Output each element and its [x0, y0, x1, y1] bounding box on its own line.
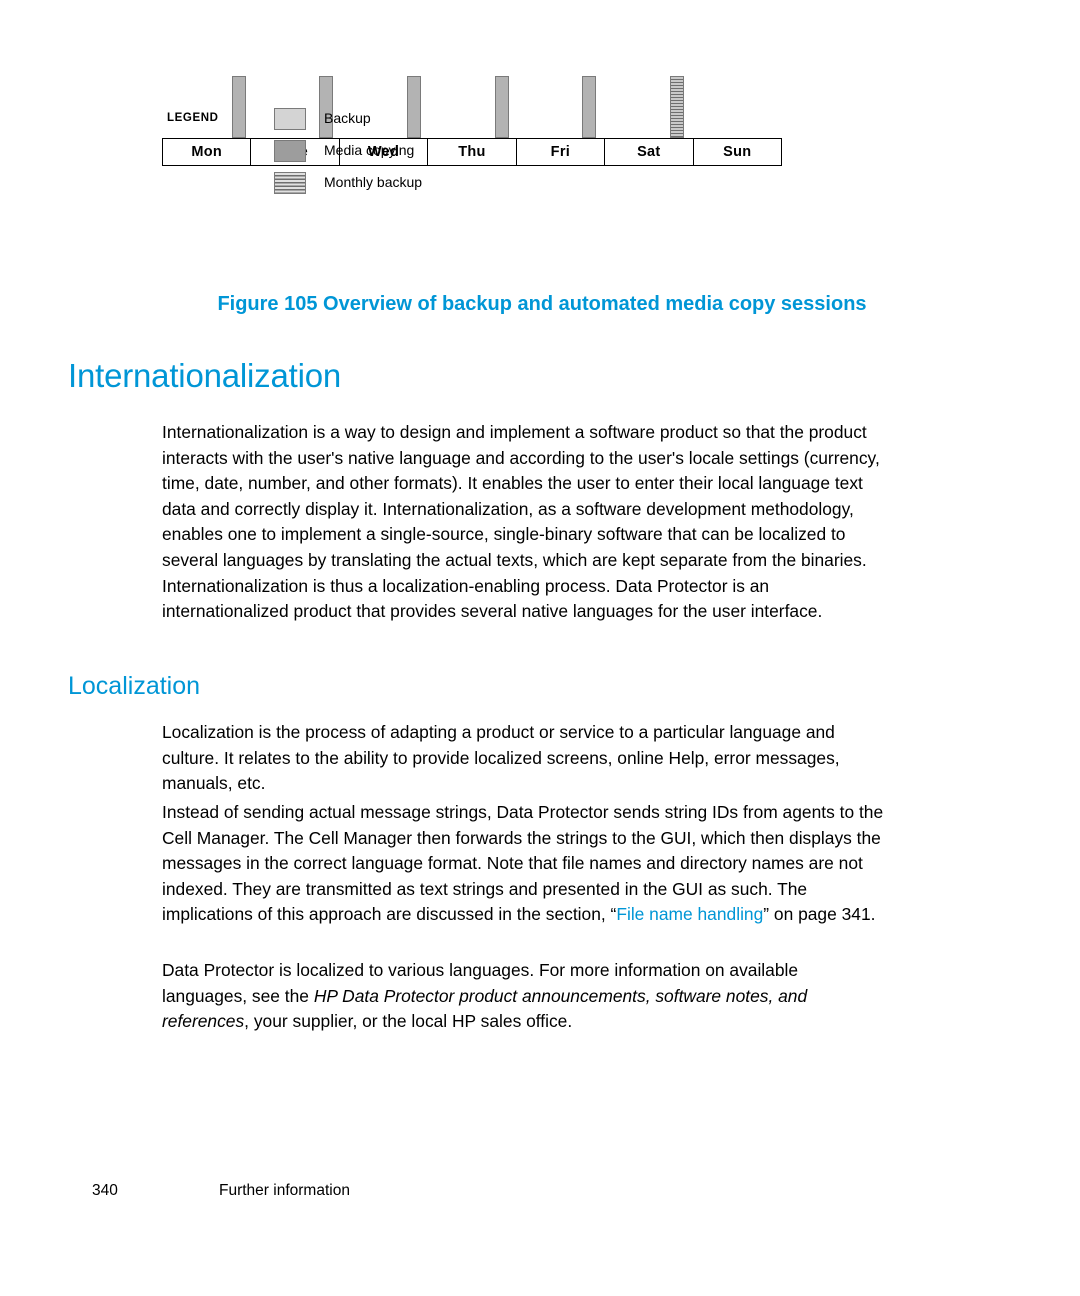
legend-item: Backup — [162, 108, 682, 140]
figure-105-graphic: MonTueWedThuFriSatSun LEGEND Backup Medi… — [162, 60, 782, 290]
legend-item: Media copying — [162, 140, 682, 172]
figure-legend: LEGEND Backup Media copying Monthly back… — [162, 108, 682, 204]
footer-page-number: 340 — [92, 1182, 118, 1199]
day-cell-sun: Sun — [723, 144, 752, 160]
section-title-localization: Localization — [68, 672, 201, 700]
footer-chapter-label: Further information — [219, 1182, 350, 1199]
legend-swatch-monthly-backup — [274, 172, 306, 194]
paragraph-localization-2-after: ” on page 341. — [763, 904, 876, 925]
paragraph-localization-3: Data Protector is localized to various l… — [162, 958, 884, 1035]
legend-swatch-backup — [274, 108, 306, 130]
legend-swatch-media-copying — [274, 140, 306, 162]
paragraph-localization-2: Instead of sending actual message string… — [162, 800, 884, 928]
paragraph-localization-1: Localization is the process of adapting … — [162, 722, 840, 794]
cross-reference-link[interactable]: File name handling — [616, 904, 763, 924]
figure-caption: Figure 105 Overview of backup and automa… — [217, 293, 867, 315]
legend-label-media-copying: Media copying — [324, 142, 415, 158]
document-page: MonTueWedThuFriSatSun LEGEND Backup Medi… — [0, 0, 1080, 1296]
paragraph-internationalization: Internationalization is a way to design … — [162, 422, 880, 622]
legend-label-monthly-backup: Monthly backup — [324, 174, 423, 190]
paragraph-localization-3-after: , your supplier, or the local HP sales o… — [244, 1011, 573, 1032]
legend-item: Monthly backup — [162, 172, 682, 204]
legend-label-backup: Backup — [324, 110, 371, 126]
page-title: Internationalization — [68, 357, 342, 394]
